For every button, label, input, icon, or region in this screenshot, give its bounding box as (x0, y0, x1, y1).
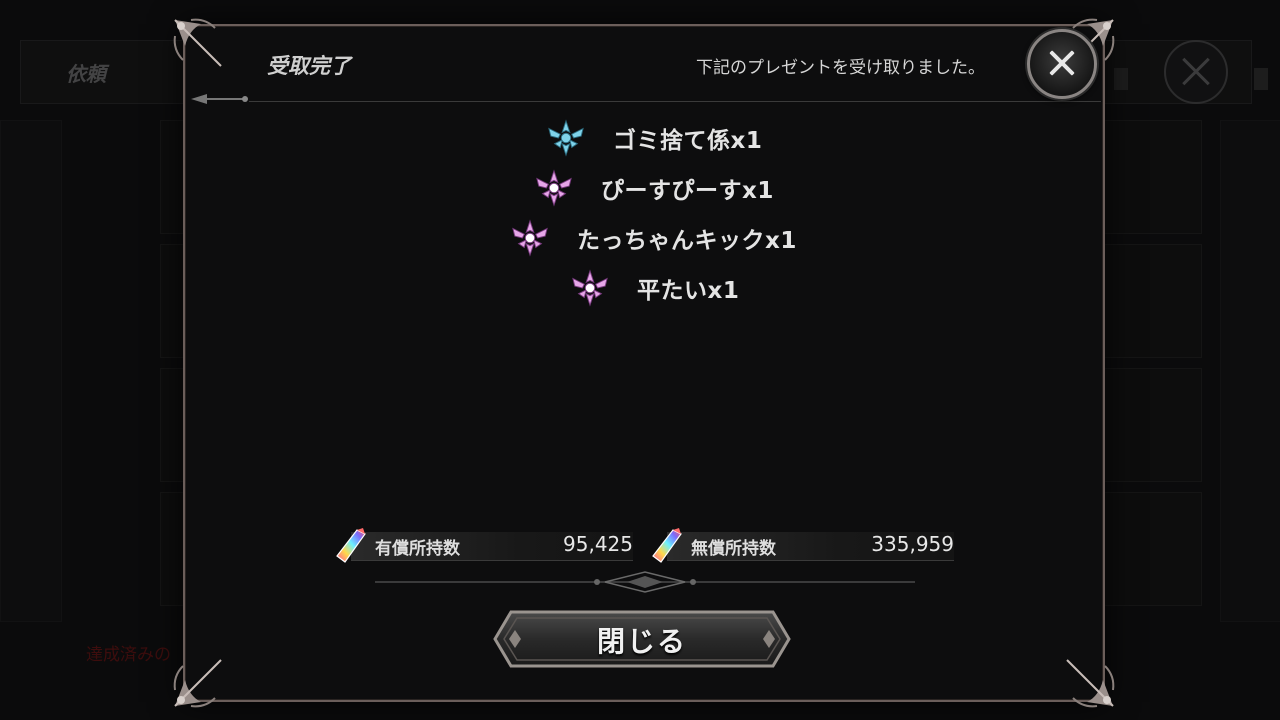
background-side-panel (0, 120, 62, 622)
reward-item-label: 平たいx1 (637, 278, 740, 304)
dialog-title: 受取完了 (267, 54, 351, 78)
reward-item: 平たいx1 (571, 268, 739, 308)
reward-item-label: たっちゃんキックx1 (577, 228, 797, 254)
background-footnote: 達成済みの (86, 645, 171, 665)
dialog-message: 下記のプレゼントを受け取りました。 (696, 58, 985, 78)
reward-item: たっちゃんキックx1 (511, 218, 797, 258)
title-divider-ornament (191, 94, 248, 104)
background-side-panel (1220, 120, 1280, 622)
ornament-corner-icon (171, 656, 225, 710)
ornament-corner-icon (171, 16, 225, 70)
emblem-icon (535, 169, 573, 207)
free-currency-bar: 無償所持数 335,959 (649, 526, 954, 564)
background-next-icon (1254, 68, 1268, 90)
close-icon[interactable] (1027, 29, 1097, 99)
background-prev-icon (1114, 68, 1128, 90)
ornament-corner-icon (1063, 656, 1117, 710)
emblem-icon (511, 219, 549, 257)
gem-icon (649, 526, 685, 564)
title-divider-line (249, 101, 1101, 102)
close-button-label: 閉じる (596, 625, 687, 658)
reward-item: ゴミ捨て係x1 (547, 118, 762, 158)
free-currency-value: 335,959 (871, 532, 954, 556)
emblem-icon (571, 269, 609, 307)
reward-item-label: ゴミ捨て係x1 (613, 128, 763, 154)
gem-icon (333, 526, 369, 564)
paid-currency-bar: 有償所持数 95,425 (333, 526, 633, 564)
paid-currency-value: 95,425 (563, 532, 633, 556)
background-close-icon (1164, 40, 1228, 104)
bottom-divider-ornament (375, 571, 915, 593)
reward-item: ぴーすぴーすx1 (535, 168, 774, 208)
close-button[interactable]: 閉じる (493, 610, 791, 668)
free-currency-label: 無償所持数 (691, 539, 776, 559)
reward-received-dialog: 受取完了 下記のプレゼントを受け取りました。 ゴミ捨て係x1 ぴーすぴーすx1 … (173, 18, 1115, 708)
reward-item-label: ぴーすぴーすx1 (601, 178, 774, 204)
paid-currency-label: 有償所持数 (375, 539, 460, 559)
emblem-icon (547, 119, 585, 157)
background-screen-title: 依頼 (66, 62, 106, 86)
